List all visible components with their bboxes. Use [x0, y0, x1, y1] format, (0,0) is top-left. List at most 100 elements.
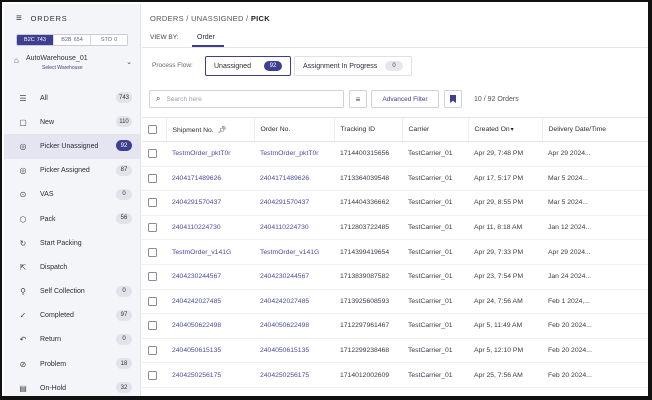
order-no-cell[interactable]: 2404050615135	[254, 338, 334, 364]
order-no-cell[interactable]: 2404242027485	[254, 289, 334, 315]
table-row[interactable]: 2404050615135 2404050615135 1712299238468 T…	[142, 338, 648, 364]
order-no-cell[interactable]: 2404250256175	[254, 362, 334, 388]
check-circle-icon: ✓	[19, 311, 27, 321]
row-checkbox[interactable]	[148, 296, 157, 306]
shipment-no-cell[interactable]: 2404050622498	[166, 313, 254, 339]
table-row[interactable]: 2404242027485 2404242027485 1713925608593 T…	[142, 289, 648, 315]
table-row[interactable]: 2404291570437 2404291570437 1714404336662 T…	[142, 190, 648, 216]
box-icon: ⬡	[19, 214, 27, 224]
sidebar-item-problem[interactable]: ⊘ Problem 18	[4, 352, 140, 376]
sidebar-item-picker-assigned[interactable]: ◎ Picker Assigned 87	[4, 159, 140, 183]
order-no-cell[interactable]: 2404050622498	[254, 313, 334, 339]
sidebar-item-completed[interactable]: ✓ Completed 97	[4, 304, 140, 328]
header-order-no[interactable]: Order No.	[253, 117, 334, 142]
pin-icon[interactable]: 📌︎	[218, 127, 227, 134]
search-input[interactable]	[166, 95, 327, 103]
table-row[interactable]: 2404250256175 2404250256175 1714012002609 T…	[142, 362, 648, 388]
row-select-cell	[142, 338, 166, 364]
row-checkbox[interactable]	[148, 198, 157, 208]
breadcrumb-unassigned[interactable]: UNASSIGNED	[191, 14, 244, 23]
order-no-cell[interactable]: 2404291570437	[254, 190, 334, 216]
created-on-cell: Apr 29, 7:48 PM	[468, 141, 542, 167]
tracking-id-cell: 1714012002609	[334, 362, 402, 388]
sidebar-item-count: 87	[116, 164, 132, 176]
process-flow-unassigned-button[interactable]: Unassigned 92	[205, 56, 291, 76]
delivery-date-cell: Apr 29 2024...	[542, 239, 648, 265]
sidebar-item-on-hold[interactable]: ▤ On-Hold 32	[4, 376, 140, 396]
row-select-cell	[142, 215, 166, 241]
sidebar-item-pack[interactable]: ⬡ Pack 56	[4, 207, 140, 231]
shipment-no-cell[interactable]: TestmOrder_pktT0r	[166, 141, 254, 167]
shipment-no-cell[interactable]: TestmOrder_v141G	[166, 239, 254, 265]
sidebar-item-label: Return	[40, 336, 62, 344]
breadcrumb-orders[interactable]: ORDERS	[150, 14, 184, 23]
hamburger-menu-icon[interactable]: ≡	[16, 13, 23, 24]
segment-b2b[interactable]: B2B 654	[53, 35, 90, 45]
sidebar-item-count: 18	[116, 358, 132, 370]
view-by-label: VIEW BY:	[150, 34, 179, 41]
shipment-no-cell[interactable]: 2404171489626	[166, 166, 254, 192]
sidebar-item-all[interactable]: ☰ All 743	[4, 86, 140, 110]
segment-b2c[interactable]: B2C 743	[17, 35, 53, 45]
filter-button[interactable]: ≡	[349, 90, 367, 108]
created-on-cell: Apr 29, 7:33 PM	[468, 239, 542, 265]
header-delivery-date[interactable]: Delivery Date/Time	[541, 117, 648, 142]
sidebar-item-start-packing[interactable]: ↻ Start Packing	[4, 231, 140, 255]
sidebar-item-label: Picker Unassigned	[40, 142, 99, 150]
row-checkbox[interactable]	[148, 173, 157, 183]
sidebar-item-self-collection[interactable]: ⚲ Self Collection 0	[4, 280, 140, 304]
header-created-on[interactable]: Created On▾	[467, 117, 542, 142]
select-all-checkbox[interactable]	[148, 125, 157, 134]
header-shipment-no[interactable]: Shipment No. 📌︎	[165, 117, 254, 142]
table-row[interactable]: 2404171489626 2404171489626 1713364039548 T…	[142, 166, 648, 192]
row-checkbox[interactable]	[148, 247, 157, 257]
sidebar-item-new[interactable]: ▢ New 110	[4, 110, 140, 134]
process-flow-assignment-button[interactable]: Assignment In Progress 0	[294, 56, 412, 76]
shipment-no-cell[interactable]: 2404110224730	[166, 215, 254, 241]
order-no-cell[interactable]: TestmOrder_v141G	[254, 239, 334, 265]
shipment-no-cell[interactable]: 2404230244567	[166, 264, 254, 290]
row-select-cell	[142, 190, 166, 216]
advanced-filter-button[interactable]: Advanced Filter	[371, 90, 439, 108]
table-row[interactable]: TestmOrder_v141G TestmOrder_v141G 17143994…	[142, 239, 648, 265]
table-row[interactable]: 2404050622498 2404050622498 1712297961467 T…	[142, 313, 648, 339]
header-tracking-id[interactable]: Tracking ID	[333, 117, 402, 142]
sidebar-item-picker-unassigned[interactable]: ◎ Picker Unassigned 92	[4, 134, 140, 159]
row-checkbox[interactable]	[148, 370, 157, 380]
order-no-cell[interactable]: 2404171489626	[254, 166, 334, 192]
shipment-no-cell[interactable]: 2404250256175	[166, 362, 254, 388]
sidebar-item-vas[interactable]: ⊙ VAS 0	[4, 183, 140, 207]
select-warehouse-link[interactable]: Select Warehouse	[42, 65, 83, 71]
order-no-cell[interactable]: 2404110224730	[254, 215, 334, 241]
process-flow-step-label: Unassigned	[214, 62, 251, 70]
header-carrier[interactable]: Carrier	[401, 117, 468, 142]
tab-order[interactable]: Order	[197, 34, 215, 41]
segment-label: B2C	[24, 37, 35, 43]
segment-count: 743	[36, 37, 46, 43]
sidebar-item-return[interactable]: ↶ Return 0	[4, 328, 140, 352]
row-checkbox[interactable]	[148, 321, 157, 331]
sidebar-item-label: Self Collection	[40, 288, 85, 296]
row-checkbox[interactable]	[148, 346, 157, 356]
sidebar-item-dispatch[interactable]: ⇱ Dispatch	[4, 255, 140, 279]
table-row[interactable]: 2404230244567 2404230244567 1713839087582 T…	[142, 264, 648, 290]
chevron-down-icon[interactable]: ⌄	[126, 58, 132, 66]
breadcrumb-separator: /	[186, 14, 189, 23]
row-checkbox[interactable]	[148, 149, 157, 159]
sort-down-icon[interactable]: ▾	[511, 127, 514, 133]
order-no-cell[interactable]: 2404230244567	[254, 264, 334, 290]
shipment-no-cell[interactable]: 2404291570437	[166, 190, 254, 216]
table-row[interactable]: 2404110224730 2404110224730 1712803722485 T…	[142, 215, 648, 241]
shipment-no-cell[interactable]: 2404050615135	[166, 338, 254, 364]
warehouse-selector[interactable]: ⌂ AutoWarehouse_01 Select Warehouse ⌄	[14, 54, 140, 78]
row-checkbox[interactable]	[148, 223, 157, 233]
table-row[interactable]: TestmOrder_pktT0r TestmOrder_pktT0r 171440…	[142, 141, 648, 167]
hold-icon: ▤	[19, 383, 27, 393]
shipment-no-cell[interactable]: 2404242027485	[166, 289, 254, 315]
segment-sto[interactable]: STO 0	[90, 35, 127, 45]
order-no-cell[interactable]: TestmOrder_pktT0r	[254, 141, 334, 167]
row-select-cell	[142, 289, 166, 315]
row-checkbox[interactable]	[148, 272, 157, 282]
carrier-cell: TestCarrier_01	[402, 313, 468, 339]
bookmark-button[interactable]	[444, 90, 462, 108]
